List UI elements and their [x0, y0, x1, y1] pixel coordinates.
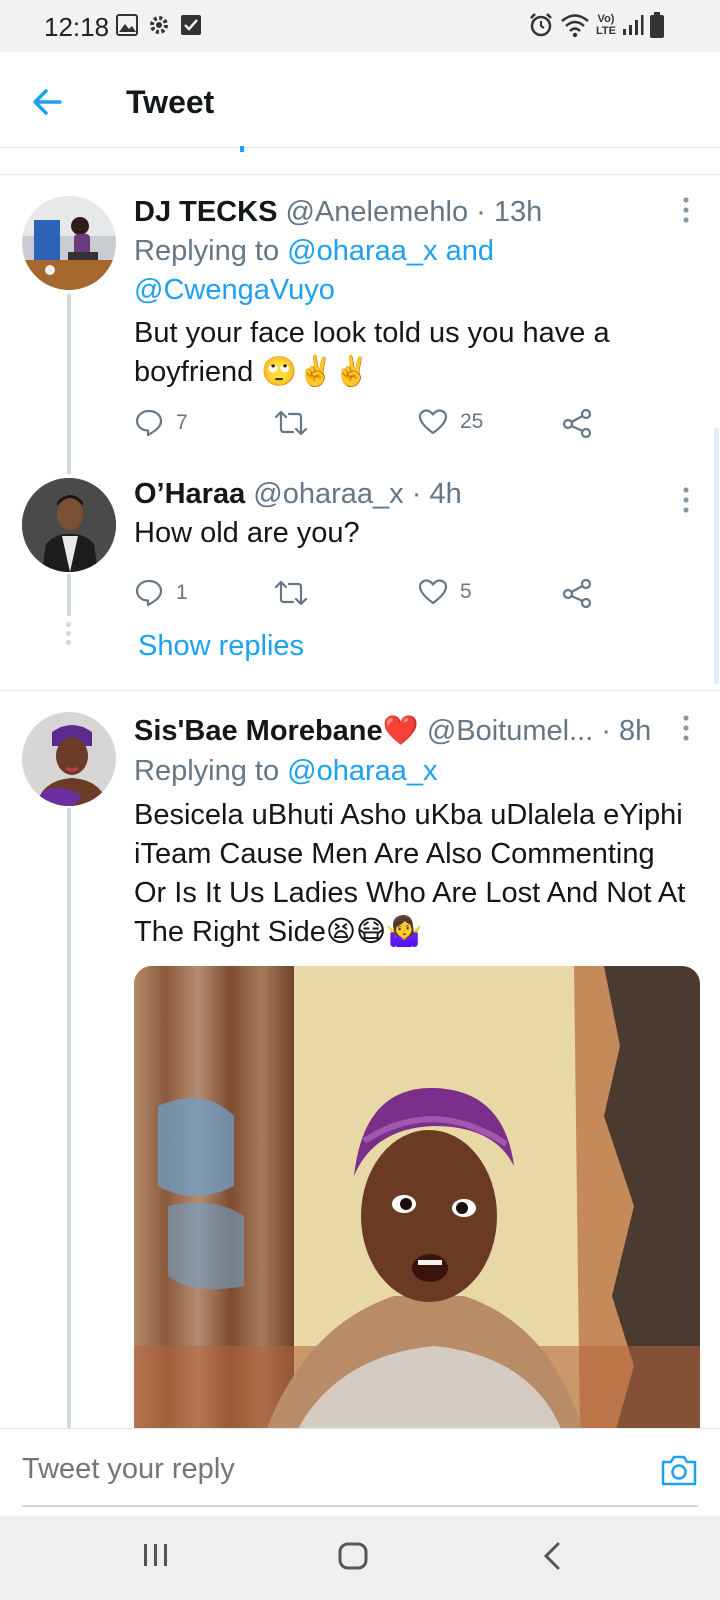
thread-dot [66, 622, 71, 627]
author-handle[interactable]: @Boitumel... [427, 715, 593, 747]
more-vert-icon[interactable] [680, 714, 692, 742]
thread-line [67, 808, 71, 1428]
share-icon [562, 408, 592, 438]
more-vert-icon[interactable] [680, 486, 692, 514]
like-button[interactable]: 25 [418, 408, 483, 436]
author-handle[interactable]: @oharaa_x [253, 478, 403, 510]
author-handle[interactable]: @Anelemehlo [285, 196, 468, 228]
author-name[interactable]: DJ TECKS [134, 196, 277, 228]
divider [0, 174, 720, 175]
retweet-button[interactable] [274, 408, 320, 438]
previous-tweet-remnant [240, 146, 244, 152]
system-nav-bar [0, 1516, 720, 1600]
like-count: 25 [460, 410, 484, 433]
reply-underline [22, 1505, 698, 1507]
like-count: 5 [460, 580, 472, 603]
gallery-icon [116, 14, 138, 36]
avatar[interactable] [22, 478, 116, 572]
page-title: Tweet [126, 84, 215, 120]
thread-line [67, 294, 71, 474]
status-bar: 12:18 Vo) LTE [0, 0, 720, 52]
replying-prefix: Replying to [134, 755, 288, 787]
thread-dot [66, 631, 71, 636]
scrollbar[interactable] [714, 428, 719, 684]
tweet-text: How old are you? [134, 517, 360, 549]
volte-icon: Vo) LTE [596, 13, 616, 37]
reply-icon [135, 579, 163, 607]
thread-line [67, 574, 71, 616]
share-icon [562, 578, 592, 608]
arrow-left-icon[interactable] [30, 82, 70, 122]
home-icon[interactable] [338, 1542, 368, 1570]
divider [0, 690, 720, 691]
author-name[interactable]: Sis'Bae Morebane❤️ [134, 715, 419, 747]
tweet-time: · 8h [601, 715, 652, 747]
status-time: 12:18 [44, 12, 110, 42]
tweet-text: Besicela uBhuti Asho uKba uDlalela eYiph… [134, 799, 686, 948]
signal-icon [623, 15, 644, 35]
reply-composer [0, 1428, 720, 1516]
show-replies-link[interactable]: Show replies [138, 630, 304, 663]
tweet-header: DJ TECKS @Anelemehlo · 13h [134, 196, 542, 229]
reply-button[interactable]: 1 [134, 578, 188, 608]
alarm-icon [530, 13, 552, 37]
checkbox-icon [181, 15, 201, 35]
tweet-header: Sis'Bae Morebane❤️ @Boitumel... · 8h [134, 714, 651, 748]
replying-mentions[interactable]: @oharaa_x [287, 755, 437, 787]
replying-to: Replying to @oharaa_x [134, 752, 674, 791]
app-header: Tweet [0, 52, 720, 148]
retweet-icon [274, 410, 308, 436]
more-vert-icon[interactable] [680, 196, 692, 224]
tweet-media-image[interactable] [134, 966, 700, 1436]
avatar[interactable] [22, 196, 116, 290]
share-button[interactable] [562, 408, 592, 438]
reply-count: 1 [176, 581, 188, 604]
retweet-icon [274, 580, 308, 606]
heart-icon [418, 579, 448, 605]
battery-icon [650, 12, 664, 38]
recent-apps-icon[interactable] [142, 1542, 170, 1568]
reply-input[interactable] [22, 1453, 622, 1486]
replying-to: Replying to @oharaa_x and @CwengaVuyo [134, 232, 674, 310]
author-name[interactable]: O’Haraa [134, 478, 245, 510]
reply-count: 7 [176, 411, 188, 434]
share-button[interactable] [562, 578, 592, 608]
tweet-text: But your face look told us you have a bo… [134, 317, 610, 388]
reply-icon [135, 409, 163, 437]
heart-icon [418, 409, 448, 435]
tweet-time: · 4h [411, 478, 462, 510]
wifi-icon [561, 14, 589, 38]
back-nav-icon[interactable] [542, 1542, 562, 1570]
like-button[interactable]: 5 [418, 578, 472, 606]
gear-icon [150, 16, 168, 34]
tweet-header: O’Haraa @oharaa_x · 4h [134, 478, 462, 511]
thread-dot [66, 640, 71, 645]
camera-icon[interactable] [660, 1453, 698, 1487]
replying-prefix: Replying to [134, 235, 288, 267]
retweet-button[interactable] [274, 578, 320, 608]
avatar[interactable] [22, 712, 116, 806]
tweet-time: · 13h [476, 196, 543, 228]
reply-button[interactable]: 7 [134, 408, 188, 438]
